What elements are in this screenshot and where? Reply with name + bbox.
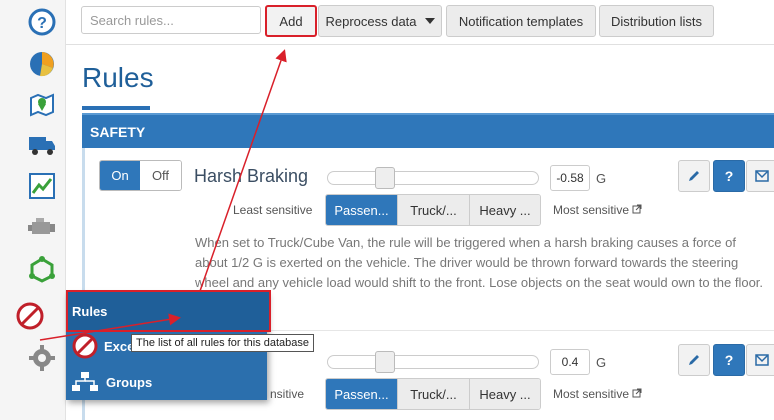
option-passenger[interactable]: Passen... bbox=[326, 379, 398, 409]
page-title: Rules bbox=[82, 62, 154, 93]
pencil-icon bbox=[689, 171, 699, 181]
help-button[interactable]: ? bbox=[713, 160, 745, 192]
pencil-icon bbox=[689, 355, 699, 365]
svg-text:?: ? bbox=[37, 15, 47, 32]
truck-icon[interactable] bbox=[22, 126, 62, 166]
external-link-icon bbox=[632, 388, 642, 398]
map-icon[interactable] bbox=[22, 84, 62, 124]
gear-icon[interactable] bbox=[22, 338, 62, 378]
most-sensitive-label: Most sensitive bbox=[553, 387, 642, 401]
add-button[interactable]: Add bbox=[265, 5, 317, 37]
caret-down-icon bbox=[424, 18, 435, 24]
menu-item-label: Rules bbox=[72, 303, 108, 319]
unit-label: G bbox=[596, 171, 607, 186]
option-truck[interactable]: Truck/... bbox=[398, 379, 470, 409]
menu-item-label: Groups bbox=[106, 374, 153, 390]
nav-rail: ? bbox=[0, 0, 66, 420]
section-title: SAFETY bbox=[90, 123, 146, 140]
sensitivity-slider[interactable] bbox=[327, 355, 539, 369]
engine-icon[interactable] bbox=[22, 208, 62, 248]
question-icon: ? bbox=[724, 352, 734, 368]
menu-item-label: Exce bbox=[104, 338, 135, 354]
option-heavy[interactable]: Heavy ... bbox=[470, 379, 540, 409]
add-label: Add bbox=[279, 13, 303, 29]
question-icon: ? bbox=[724, 168, 734, 184]
groups-icon bbox=[72, 372, 98, 391]
envelope-icon bbox=[755, 170, 769, 182]
envelope-icon bbox=[755, 354, 769, 366]
search-input[interactable] bbox=[81, 6, 261, 34]
help-button[interactable]: ? bbox=[713, 344, 745, 376]
reprocess-label: Reprocess data bbox=[325, 13, 417, 29]
toolbar-divider bbox=[66, 44, 774, 45]
notification-label: Notification templates bbox=[458, 13, 584, 29]
external-link-icon bbox=[632, 204, 642, 214]
distribution-lists-button[interactable]: Distribution lists bbox=[599, 5, 714, 37]
rule-description: When set to Truck/Cube Van, the rule wil… bbox=[195, 235, 764, 290]
tooltip: The list of all rules for this database bbox=[131, 334, 315, 352]
value-field[interactable]: -0.58 bbox=[550, 165, 590, 191]
rule-name: Harsh Braking bbox=[194, 166, 309, 186]
menu-item-groups[interactable]: Groups bbox=[66, 364, 267, 400]
slider-handle[interactable] bbox=[375, 167, 395, 189]
unit-label: G bbox=[596, 355, 607, 370]
on-off-toggle[interactable]: On Off bbox=[99, 160, 182, 191]
rules-icon[interactable] bbox=[10, 296, 50, 336]
distribution-label: Distribution lists bbox=[610, 13, 703, 29]
most-sensitive-text: Most sensitive bbox=[553, 387, 630, 401]
option-heavy[interactable]: Heavy ... bbox=[470, 195, 540, 225]
sensitivity-slider[interactable] bbox=[327, 171, 539, 185]
pie-chart-icon[interactable] bbox=[22, 44, 62, 84]
vehicle-type-selector[interactable]: Passen... Truck/... Heavy ... bbox=[325, 194, 541, 226]
email-button[interactable] bbox=[746, 344, 774, 376]
exceptions-icon bbox=[72, 333, 98, 359]
on-button[interactable]: On bbox=[100, 161, 140, 190]
least-sensitive-label: nsitive bbox=[270, 387, 305, 401]
email-button[interactable] bbox=[746, 160, 774, 192]
notification-templates-button[interactable]: Notification templates bbox=[446, 5, 596, 37]
reprocess-data-button[interactable]: Reprocess data bbox=[318, 5, 442, 37]
section-header[interactable]: SAFETY bbox=[82, 113, 774, 148]
vehicle-type-selector[interactable]: Passen... Truck/... Heavy ... bbox=[325, 378, 541, 410]
slider-handle[interactable] bbox=[375, 351, 395, 373]
help-icon[interactable]: ? bbox=[22, 2, 62, 42]
option-truck[interactable]: Truck/... bbox=[398, 195, 470, 225]
off-button[interactable]: Off bbox=[140, 161, 181, 190]
edit-button[interactable] bbox=[678, 344, 710, 376]
most-sensitive-text: Most sensitive bbox=[553, 203, 630, 217]
edit-button[interactable] bbox=[678, 160, 710, 192]
least-sensitive-label: Least sensitive bbox=[233, 203, 313, 217]
most-sensitive-label: Most sensitive bbox=[553, 203, 642, 217]
zone-icon[interactable] bbox=[22, 250, 62, 290]
option-passenger[interactable]: Passen... bbox=[326, 195, 398, 225]
value-field[interactable]: 0.4 bbox=[550, 349, 590, 375]
trend-chart-icon[interactable] bbox=[22, 166, 62, 206]
title-underline bbox=[82, 106, 150, 110]
menu-item-rules[interactable]: Rules bbox=[66, 290, 271, 332]
